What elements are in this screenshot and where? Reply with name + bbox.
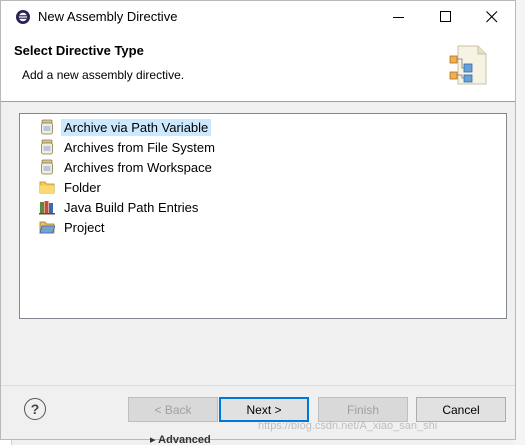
list-item-label: Project xyxy=(64,219,105,235)
list-item-label: Archives from Workspace xyxy=(64,159,212,175)
list-item-archives-file-system[interactable]: Archives from File System xyxy=(39,138,218,156)
watermark-text: https://blog.csdn.net/A_xiao_san_shi xyxy=(258,420,438,432)
footer-separator xyxy=(1,385,515,386)
next-button[interactable]: Next > xyxy=(219,397,309,422)
back-button[interactable]: < Back xyxy=(128,397,218,422)
help-button[interactable]: ? xyxy=(24,398,46,420)
list-item-archives-workspace[interactable]: Archives from Workspace xyxy=(39,158,215,176)
list-item-label: Folder xyxy=(64,179,101,195)
close-icon xyxy=(486,10,498,22)
window-title: New Assembly Directive xyxy=(38,9,178,24)
list-item-project[interactable]: Project xyxy=(39,218,107,236)
directive-type-list[interactable]: Archive via Path Variable Archives from … xyxy=(19,113,507,319)
wizard-banner-icon xyxy=(446,42,492,88)
page-description: Add a new assembly directive. xyxy=(22,68,185,82)
list-item-archive-path-variable[interactable]: Archive via Path Variable xyxy=(39,118,212,136)
list-item-label: Archive via Path Variable xyxy=(61,118,212,136)
list-item-label: Java Build Path Entries xyxy=(64,199,199,215)
library-icon xyxy=(39,199,55,215)
title-bar: New Assembly Directive xyxy=(1,1,515,32)
jar-icon xyxy=(39,119,55,135)
list-item-folder[interactable]: Folder xyxy=(39,178,104,196)
help-icon: ? xyxy=(30,401,40,417)
minimize-button[interactable] xyxy=(376,1,422,32)
minimize-icon xyxy=(393,16,404,18)
dialog-window: New Assembly Directive Select Directive … xyxy=(0,0,516,440)
project-icon xyxy=(39,219,55,235)
wizard-header: Select Directive Type Add a new assembly… xyxy=(1,32,515,102)
list-item-label: Archives from File System xyxy=(64,139,215,155)
cancel-button[interactable]: Cancel xyxy=(416,397,506,422)
page-title: Select Directive Type xyxy=(14,43,144,58)
list-item-java-build-path[interactable]: Java Build Path Entries xyxy=(39,198,201,216)
maximize-icon xyxy=(440,10,451,22)
close-button[interactable] xyxy=(469,1,515,32)
finish-button[interactable]: Finish xyxy=(318,397,408,422)
eclipse-icon xyxy=(15,9,31,25)
jar-icon xyxy=(39,159,55,175)
maximize-button[interactable] xyxy=(423,1,469,32)
jar-icon xyxy=(39,139,55,155)
background-advanced-label: ▸ Advanced xyxy=(150,434,211,445)
folder-icon xyxy=(39,179,55,195)
